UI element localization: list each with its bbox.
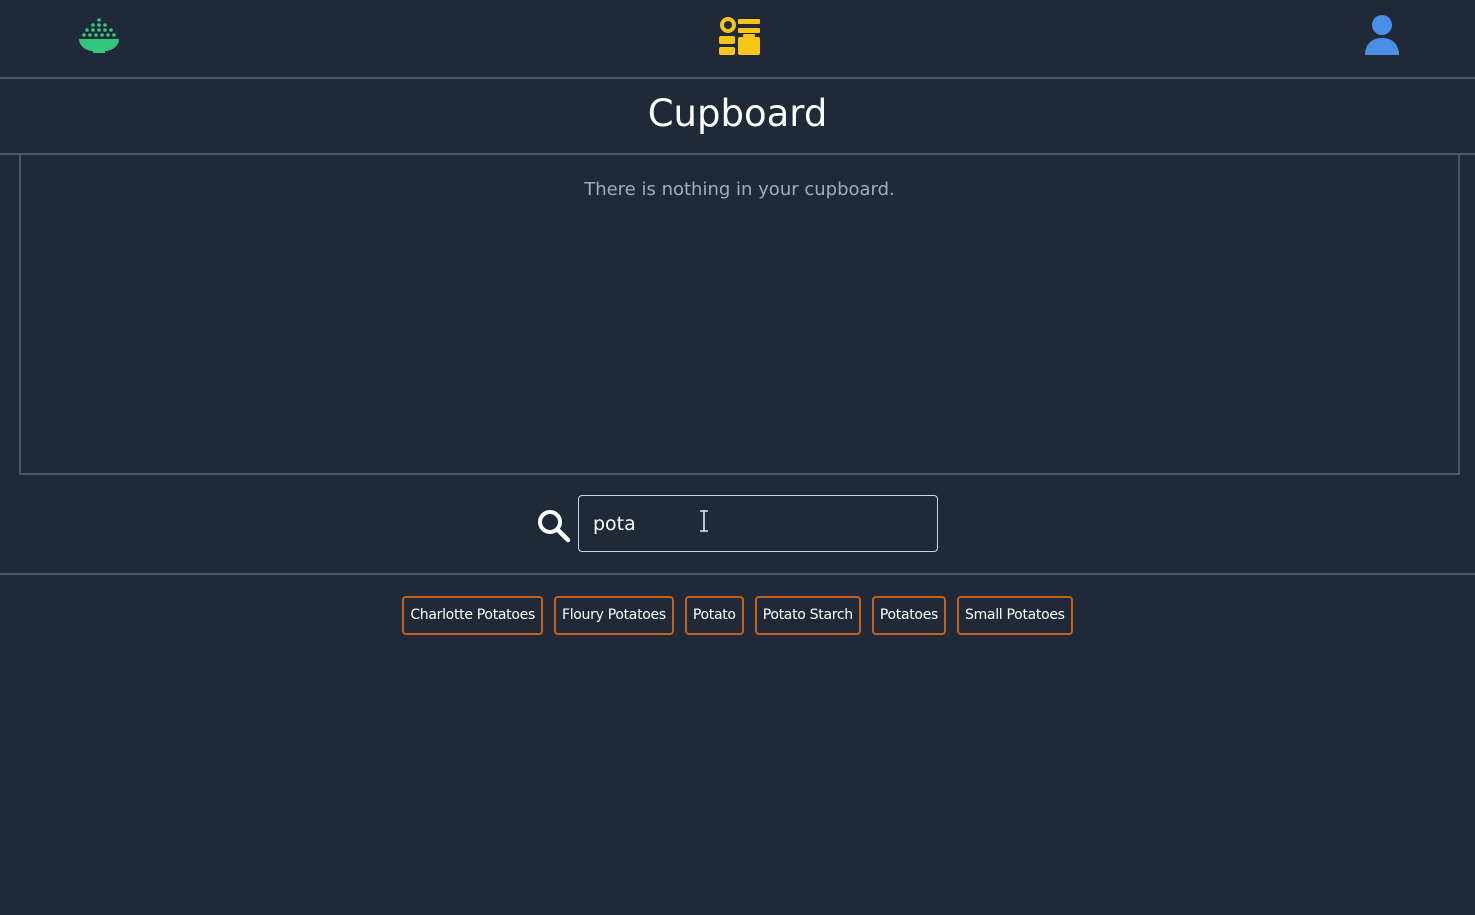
suggestion-chip[interactable]: Small Potatoes — [957, 596, 1073, 635]
page-title: Cupboard — [647, 92, 828, 135]
suggestion-chip[interactable]: Floury Potatoes — [553, 596, 674, 635]
suggestion-list: Charlotte Potatoes Floury Potatoes Potat… — [0, 596, 1475, 635]
suggestion-chip[interactable]: Charlotte Potatoes — [402, 596, 543, 635]
title-bar: Cupboard — [0, 79, 1475, 155]
search-icon — [536, 508, 572, 544]
text-cursor-icon — [698, 510, 710, 532]
rice-bowl-icon[interactable] — [78, 16, 120, 54]
suggestion-chip[interactable]: Potato Starch — [754, 596, 861, 635]
top-nav-bar — [0, 0, 1475, 79]
cupboard-icon[interactable] — [716, 14, 762, 58]
cupboard-contents-panel: There is nothing in your cupboard. — [19, 155, 1460, 475]
user-icon[interactable] — [1362, 14, 1402, 58]
suggestion-chip[interactable]: Potatoes — [871, 596, 946, 635]
search-input[interactable] — [578, 495, 938, 552]
empty-cupboard-message: There is nothing in your cupboard. — [584, 179, 895, 200]
cupboard-page: Cupboard There is nothing in your cupboa… — [0, 0, 1475, 915]
suggestion-chip[interactable]: Potato — [684, 596, 744, 635]
ingredient-search — [0, 476, 1475, 575]
